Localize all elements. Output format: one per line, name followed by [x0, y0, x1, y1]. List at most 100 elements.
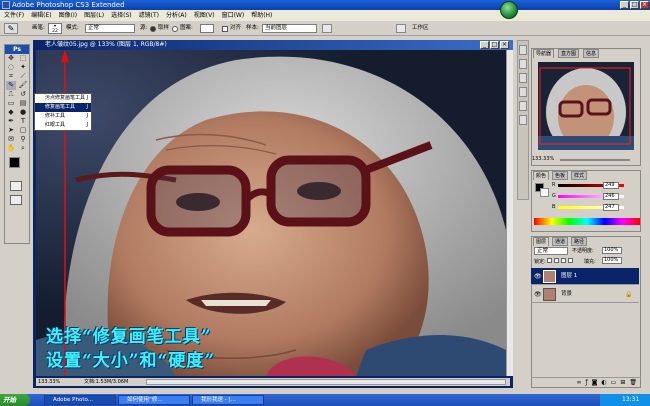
- menu-view[interactable]: 视图(V): [194, 10, 215, 21]
- eraser-tool-icon[interactable]: ▭: [6, 99, 16, 108]
- menu-filter[interactable]: 滤镜(T): [139, 10, 159, 21]
- close-button[interactable]: ×: [640, 1, 649, 9]
- document-titlebar[interactable]: 老人皱纹05.jpg @ 133% (图层 1, RGB/8#): [33, 40, 513, 50]
- ignore-adjustment-layers-icon[interactable]: [322, 24, 332, 33]
- history-brush-tool-icon[interactable]: ↺: [18, 90, 28, 99]
- flyout-item-spot-healing[interactable]: 污点修复画笔工具 J: [35, 94, 91, 103]
- adjustment-layer-icon[interactable]: ◐: [601, 378, 606, 387]
- navigator-zoom[interactable]: 133.33%: [532, 156, 554, 162]
- mode-select[interactable]: 正常: [85, 24, 135, 33]
- flyout-item-healing-brush[interactable]: 修复画笔工具 J: [35, 103, 91, 112]
- lock-transparent-icon[interactable]: [547, 258, 552, 263]
- magic-wand-tool-icon[interactable]: ✦: [18, 63, 28, 72]
- doc-minimize-button[interactable]: _: [480, 41, 489, 49]
- fill-field[interactable]: 100%: [602, 257, 622, 264]
- tab-channels[interactable]: 通道: [552, 237, 569, 246]
- brush-preset-picker[interactable]: • 22: [48, 23, 62, 34]
- history-panel-icon[interactable]: [519, 87, 527, 97]
- menu-layer[interactable]: 图层(L): [84, 10, 104, 21]
- actions-panel-icon[interactable]: [519, 101, 527, 111]
- screen-mode-icon[interactable]: [10, 195, 22, 205]
- path-selection-tool-icon[interactable]: ➤: [6, 126, 16, 135]
- zoom-tool-icon[interactable]: ⌕: [18, 144, 28, 153]
- palette-well-icon[interactable]: [396, 24, 406, 33]
- color-bg-swatch[interactable]: [540, 188, 549, 197]
- clock[interactable]: 13:31: [622, 396, 639, 403]
- blend-mode-select[interactable]: 正常: [534, 247, 568, 255]
- blur-tool-icon[interactable]: ◆: [6, 108, 16, 117]
- workspace-label[interactable]: 工作区: [412, 21, 429, 36]
- maximize-button[interactable]: □: [630, 1, 639, 9]
- new-layer-icon[interactable]: ⊞: [620, 378, 625, 387]
- tab-styles[interactable]: 样式: [571, 171, 588, 180]
- tab-histogram[interactable]: 直方图: [558, 49, 580, 58]
- visibility-eye-icon[interactable]: 👁: [534, 268, 542, 285]
- taskbar-item-tutorial[interactable]: 如何使用“修...: [118, 395, 190, 405]
- visibility-eye-icon[interactable]: 👁: [534, 286, 542, 303]
- doc-info[interactable]: 文档:1.53M/3.06M: [84, 378, 128, 386]
- start-button[interactable]: 开始: [0, 394, 30, 406]
- menu-help[interactable]: 帮助(H): [251, 10, 272, 21]
- pattern-picker[interactable]: [200, 24, 214, 33]
- dodge-tool-icon[interactable]: ●: [18, 108, 28, 117]
- healing-brush-tool-icon[interactable]: ✎: [4, 23, 18, 34]
- bridge-globe-icon[interactable]: [500, 1, 518, 19]
- source-pattern-radio[interactable]: [172, 26, 178, 32]
- flyout-item-red-eye[interactable]: 红眼工具 J: [35, 121, 91, 130]
- tab-color[interactable]: 颜色: [533, 171, 550, 180]
- lock-image-icon[interactable]: [554, 258, 559, 263]
- hand-tool-icon[interactable]: ✋: [6, 144, 16, 153]
- quick-mask-icon[interactable]: [10, 181, 22, 191]
- type-tool-icon[interactable]: T: [18, 117, 28, 126]
- channel-g-field[interactable]: 246: [603, 193, 619, 200]
- minimize-button[interactable]: _: [620, 1, 629, 9]
- healing-brush-tool-icon[interactable]: ✎: [6, 81, 16, 90]
- tab-swatches[interactable]: 色板: [552, 171, 569, 180]
- tool-presets-panel-icon[interactable]: [519, 59, 527, 69]
- link-layers-icon[interactable]: ∞: [576, 378, 581, 387]
- crop-tool-icon[interactable]: ⌗: [6, 72, 16, 81]
- pen-tool-icon[interactable]: ✒: [6, 117, 16, 126]
- document-vertical-scrollbar[interactable]: [506, 50, 513, 376]
- tab-layers[interactable]: 图层: [533, 237, 550, 246]
- brush-tool-icon[interactable]: 🖌: [18, 81, 28, 90]
- doc-zoom[interactable]: 133.33%: [38, 378, 60, 386]
- document-horizontal-scrollbar[interactable]: [146, 379, 506, 385]
- color-ramp[interactable]: [534, 218, 640, 225]
- aligned-checkbox[interactable]: [222, 26, 228, 32]
- tab-info[interactable]: 信息: [583, 49, 600, 58]
- menu-window[interactable]: 窗口(W): [222, 10, 245, 21]
- layer-style-icon[interactable]: ƒ: [585, 378, 587, 387]
- lasso-tool-icon[interactable]: ◌: [6, 63, 16, 72]
- menu-file[interactable]: 文件(F): [4, 10, 24, 21]
- channel-b-field[interactable]: 247: [603, 204, 619, 211]
- marquee-tool-icon[interactable]: ⬚: [18, 54, 28, 63]
- sample-select[interactable]: 当前图层: [262, 24, 317, 33]
- layer-mask-icon[interactable]: ◙: [592, 378, 598, 387]
- channel-r-field[interactable]: 249: [603, 182, 619, 189]
- menu-select[interactable]: 选择(S): [111, 10, 132, 21]
- flyout-item-patch[interactable]: 修补工具 J: [35, 112, 91, 121]
- doc-maximize-button[interactable]: □: [490, 41, 499, 49]
- navigator-zoom-slider[interactable]: [560, 159, 630, 161]
- tab-navigator[interactable]: 导航器: [533, 49, 555, 58]
- layer-row-background[interactable]: 👁 背景 🔒: [531, 286, 639, 303]
- doc-close-button[interactable]: ×: [500, 41, 509, 49]
- gradient-tool-icon[interactable]: ▤: [18, 99, 28, 108]
- source-sampled-radio[interactable]: [150, 26, 156, 32]
- notes-tool-icon[interactable]: ✉: [6, 135, 16, 144]
- layer-comps-panel-icon[interactable]: [519, 73, 527, 83]
- menu-edit[interactable]: 编辑(E): [31, 10, 51, 21]
- menu-image[interactable]: 图像(I): [59, 10, 77, 21]
- move-tool-icon[interactable]: ✥: [6, 54, 16, 63]
- lock-position-icon[interactable]: [561, 258, 566, 263]
- shape-tool-icon[interactable]: ▢: [18, 126, 28, 135]
- opacity-field[interactable]: 100%: [602, 247, 622, 254]
- layer-row-1[interactable]: 👁 图层 1: [531, 268, 639, 285]
- slice-tool-icon[interactable]: ⟋: [18, 72, 28, 81]
- delete-layer-icon[interactable]: 🗑: [629, 378, 637, 387]
- brushes-panel-icon[interactable]: [519, 45, 527, 55]
- clone-stamp-tool-icon[interactable]: ⎍: [6, 90, 16, 99]
- taskbar-item-photoshop[interactable]: Adobe Photo...: [44, 395, 116, 405]
- taskbar-item-photo-app[interactable]: 我形我速 - [...: [192, 395, 264, 405]
